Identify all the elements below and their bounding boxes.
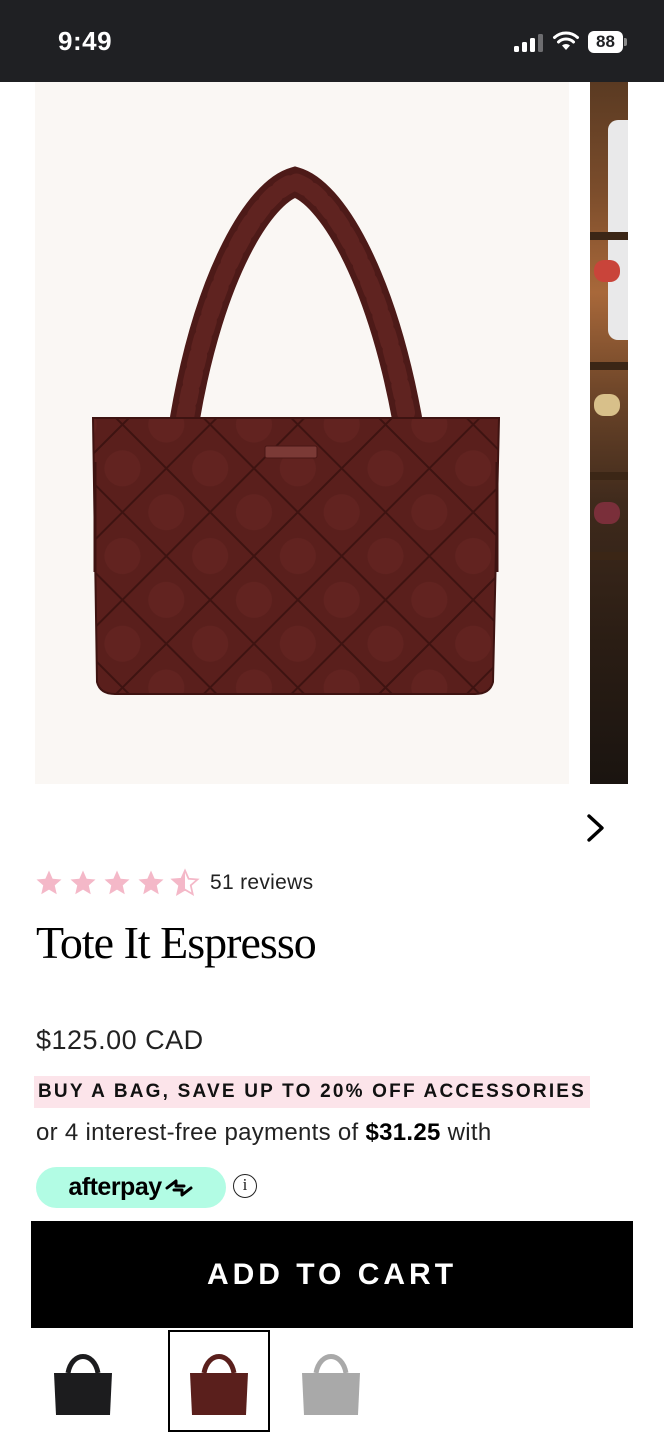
status-time: 9:49 xyxy=(58,26,113,56)
afterpay-logo-icon xyxy=(165,1179,193,1196)
tote-thumbnail-black xyxy=(54,1354,112,1415)
status-bar: 9:49 88 xyxy=(0,0,664,82)
product-price: $125.00 CAD xyxy=(36,1025,204,1055)
product-image-gallery[interactable] xyxy=(0,82,664,784)
tote-thumbnail-espresso xyxy=(190,1354,248,1415)
chevron-right-icon[interactable] xyxy=(580,812,610,844)
battery-level: 88 xyxy=(588,31,623,53)
color-swatches xyxy=(0,1330,664,1440)
afterpay-badge[interactable]: afterpay xyxy=(36,1167,226,1208)
product-rating[interactable]: 51 reviews xyxy=(34,868,313,898)
tote-bag-illustration xyxy=(91,166,501,695)
swatch-grey[interactable] xyxy=(280,1330,382,1432)
swatch-espresso[interactable] xyxy=(168,1330,270,1432)
product-image-next-peek[interactable] xyxy=(590,82,628,784)
promo-banner: BUY A BAG, SAVE UP TO 20% OFF ACCESSORIE… xyxy=(34,1076,591,1108)
installments-text: or 4 interest-free payments of $31.25 wi… xyxy=(36,1119,492,1147)
battery-icon: 88 xyxy=(588,31,628,53)
star-full-icon xyxy=(104,870,130,895)
afterpay-label: afterpay xyxy=(68,1173,162,1201)
product-image-main[interactable] xyxy=(35,82,569,784)
installment-amount: $31.25 xyxy=(365,1119,441,1146)
product-title: Tote It Espresso xyxy=(36,917,317,968)
cellular-signal-icon xyxy=(514,34,543,52)
tote-thumbnail-grey xyxy=(302,1354,360,1415)
star-full-icon xyxy=(70,870,96,895)
star-full-icon xyxy=(138,870,164,895)
installments-prefix: or 4 interest-free payments of xyxy=(36,1119,366,1146)
star-full-icon xyxy=(36,870,62,895)
installments-suffix: with xyxy=(440,1119,492,1146)
add-to-cart-button[interactable]: ADD TO CART xyxy=(31,1221,633,1328)
info-icon[interactable]: i xyxy=(233,1174,257,1198)
swatch-black[interactable] xyxy=(32,1330,134,1432)
star-half-icon xyxy=(170,868,200,897)
reviews-count-link[interactable]: 51 reviews xyxy=(210,871,313,895)
wifi-icon xyxy=(553,31,579,50)
